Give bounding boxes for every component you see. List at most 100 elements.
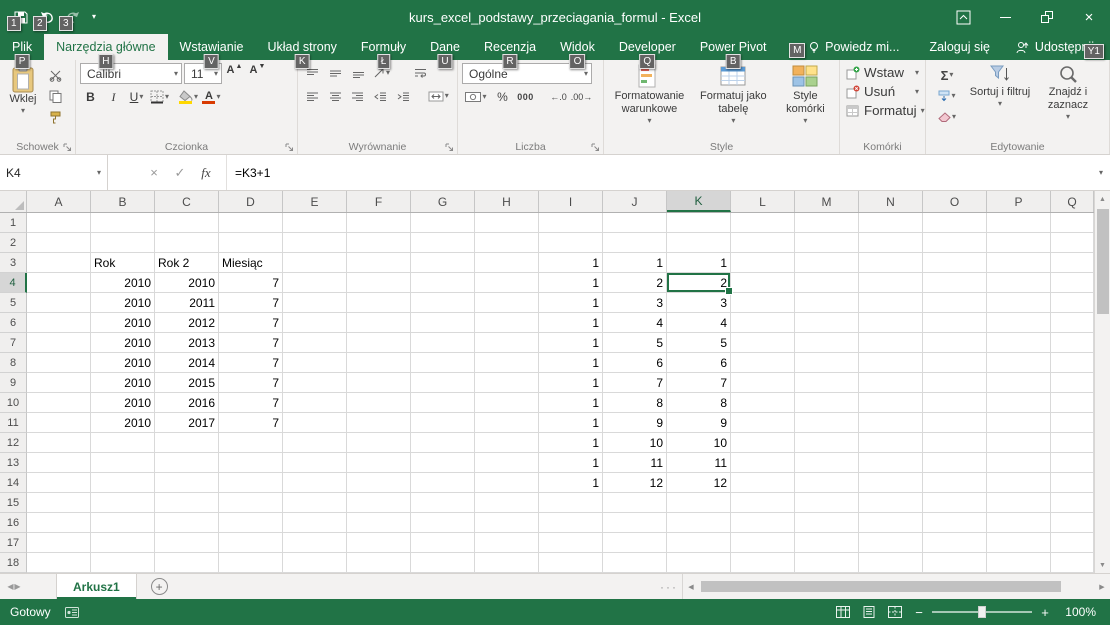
cell-D3[interactable]: Miesiąc xyxy=(219,253,283,273)
cell-M1[interactable] xyxy=(795,213,859,233)
cell-N12[interactable] xyxy=(859,433,923,453)
column-header-O[interactable]: O xyxy=(923,191,987,212)
cell-B16[interactable] xyxy=(91,513,155,533)
cell-I17[interactable] xyxy=(539,533,603,553)
select-all-button[interactable] xyxy=(0,191,27,212)
cell-J16[interactable] xyxy=(603,513,667,533)
align-left-button[interactable] xyxy=(302,86,323,106)
cell-I4[interactable]: 1 xyxy=(539,273,603,293)
cell-Q18[interactable] xyxy=(1051,553,1094,573)
column-header-N[interactable]: N xyxy=(859,191,923,212)
cell-B12[interactable] xyxy=(91,433,155,453)
cell-P4[interactable] xyxy=(987,273,1051,293)
fill-button[interactable]: ▾ xyxy=(930,86,964,106)
cell-O13[interactable] xyxy=(923,453,987,473)
cell-O5[interactable] xyxy=(923,293,987,313)
font-color-button[interactable]: A ▾ xyxy=(201,87,222,107)
cell-M7[interactable] xyxy=(795,333,859,353)
cell-G1[interactable] xyxy=(411,213,475,233)
cell-J9[interactable]: 7 xyxy=(603,373,667,393)
cell-K7[interactable]: 5 xyxy=(667,333,731,353)
cell-A13[interactable] xyxy=(27,453,91,473)
column-header-I[interactable]: I xyxy=(539,191,603,212)
cell-A4[interactable] xyxy=(27,273,91,293)
cell-F17[interactable] xyxy=(347,533,411,553)
cell-J14[interactable]: 12 xyxy=(603,473,667,493)
column-header-J[interactable]: J xyxy=(603,191,667,212)
row-header-13[interactable]: 13 xyxy=(0,453,27,473)
cell-N6[interactable] xyxy=(859,313,923,333)
cell-J12[interactable]: 10 xyxy=(603,433,667,453)
cell-C15[interactable] xyxy=(155,493,219,513)
column-header-K[interactable]: K xyxy=(667,191,731,212)
column-header-Q[interactable]: Q xyxy=(1051,191,1094,212)
ribbon-tab[interactable]: PlikP xyxy=(0,34,44,60)
cell-O4[interactable] xyxy=(923,273,987,293)
cell-G2[interactable] xyxy=(411,233,475,253)
cell-H2[interactable] xyxy=(475,233,539,253)
number-dialog-launcher[interactable] xyxy=(591,143,600,152)
cell-H17[interactable] xyxy=(475,533,539,553)
cell-L14[interactable] xyxy=(731,473,795,493)
row-header-8[interactable]: 8 xyxy=(0,353,27,373)
cell-I9[interactable]: 1 xyxy=(539,373,603,393)
cell-D1[interactable] xyxy=(219,213,283,233)
cell-I15[interactable] xyxy=(539,493,603,513)
cell-C7[interactable]: 2013 xyxy=(155,333,219,353)
cell-N11[interactable] xyxy=(859,413,923,433)
cell-A1[interactable] xyxy=(27,213,91,233)
page-break-view-button[interactable] xyxy=(882,601,908,623)
name-box[interactable]: K4 ▾ xyxy=(0,155,108,190)
cell-M3[interactable] xyxy=(795,253,859,273)
cell-I2[interactable] xyxy=(539,233,603,253)
cell-N7[interactable] xyxy=(859,333,923,353)
cell-K12[interactable]: 10 xyxy=(667,433,731,453)
cell-H14[interactable] xyxy=(475,473,539,493)
cell-H6[interactable] xyxy=(475,313,539,333)
new-sheet-button[interactable]: + xyxy=(151,578,168,595)
cell-J2[interactable] xyxy=(603,233,667,253)
redo-button[interactable]: 3 xyxy=(60,4,86,30)
cell-B13[interactable] xyxy=(91,453,155,473)
cell-O14[interactable] xyxy=(923,473,987,493)
row-header-1[interactable]: 1 xyxy=(0,213,27,233)
cell-B1[interactable] xyxy=(91,213,155,233)
cell-A10[interactable] xyxy=(27,393,91,413)
cell-O2[interactable] xyxy=(923,233,987,253)
cell-N15[interactable] xyxy=(859,493,923,513)
cell-L9[interactable] xyxy=(731,373,795,393)
macro-record-icon[interactable] xyxy=(65,607,79,618)
cell-D10[interactable]: 7 xyxy=(219,393,283,413)
cell-N3[interactable] xyxy=(859,253,923,273)
format-as-table-button[interactable]: Formatuj jako tabelę ▾ xyxy=(693,63,774,138)
ribbon-display-options-button[interactable] xyxy=(942,0,984,34)
cell-L3[interactable] xyxy=(731,253,795,273)
cell-H9[interactable] xyxy=(475,373,539,393)
cell-E6[interactable] xyxy=(283,313,347,333)
cell-K16[interactable] xyxy=(667,513,731,533)
cell-O17[interactable] xyxy=(923,533,987,553)
tab-splitter-handle[interactable]: ··· xyxy=(660,580,678,594)
cell-A6[interactable] xyxy=(27,313,91,333)
cell-F4[interactable] xyxy=(347,273,411,293)
cell-C17[interactable] xyxy=(155,533,219,553)
cell-A16[interactable] xyxy=(27,513,91,533)
wrap-text-button[interactable] xyxy=(410,63,431,83)
cell-G10[interactable] xyxy=(411,393,475,413)
cell-D15[interactable] xyxy=(219,493,283,513)
row-header-11[interactable]: 11 xyxy=(0,413,27,433)
enter-button[interactable]: ✓ xyxy=(168,161,192,185)
cell-F14[interactable] xyxy=(347,473,411,493)
cell-A8[interactable] xyxy=(27,353,91,373)
cell-D4[interactable]: 7 xyxy=(219,273,283,293)
cell-M18[interactable] xyxy=(795,553,859,573)
vertical-scroll-thumb[interactable] xyxy=(1097,209,1109,314)
column-header-A[interactable]: A xyxy=(27,191,91,212)
cell-E15[interactable] xyxy=(283,493,347,513)
decrease-decimal-button[interactable]: .00→ xyxy=(571,87,592,107)
cell-M11[interactable] xyxy=(795,413,859,433)
cell-O3[interactable] xyxy=(923,253,987,273)
cell-N17[interactable] xyxy=(859,533,923,553)
row-header-6[interactable]: 6 xyxy=(0,313,27,333)
cell-L4[interactable] xyxy=(731,273,795,293)
